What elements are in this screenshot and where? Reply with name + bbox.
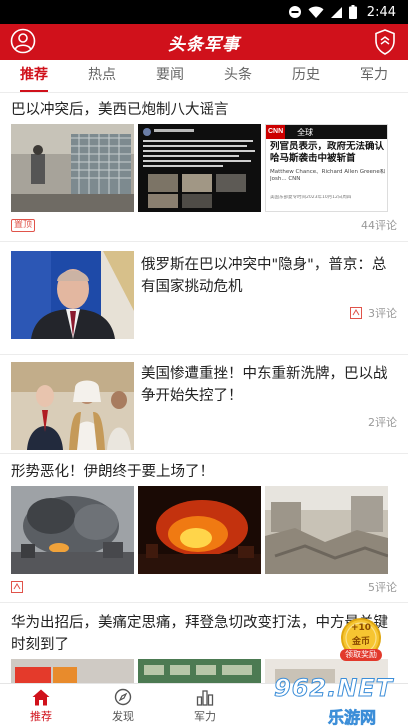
article-image <box>11 486 134 574</box>
cnn-footer: 美国东部夏令时间2023年10月12日周四 <box>270 195 352 200</box>
bar-chart-icon <box>196 690 214 706</box>
article-image <box>11 251 134 339</box>
tab-headline[interactable]: 头条 <box>204 60 272 92</box>
tab-history[interactable]: 历史 <box>272 60 340 92</box>
home-icon <box>32 689 50 705</box>
article-image <box>138 124 261 212</box>
coin-amount: +10 <box>350 623 372 633</box>
article-title: 形势恶化！伊朗终于要上场了！ <box>11 464 214 480</box>
cell-signal-icon <box>330 6 342 18</box>
article-image <box>138 659 261 683</box>
battery-icon <box>348 5 357 19</box>
list-item[interactable]: 俄罗斯在巴以冲突中"隐身"，普京：总有国家挑动危机 3评论 <box>0 242 408 355</box>
article-image <box>11 659 134 683</box>
pinned-badge: 置顶 <box>11 218 36 232</box>
watermark-logo: 962.NET 乐游网 <box>268 672 408 728</box>
nav-label: 军力 <box>194 710 216 723</box>
tab-recommend[interactable]: 推荐 <box>0 60 68 92</box>
tab-hot[interactable]: 热点 <box>68 60 136 92</box>
list-item[interactable]: 美国惨遭重挫！中东重新洗牌，巴以战争开始失控了！ 2评论 <box>0 355 408 454</box>
do-not-disturb-icon <box>288 6 301 18</box>
nav-item-military[interactable]: 军力 <box>164 684 246 728</box>
list-item[interactable]: 形势恶化！伊朗终于要上场了！ 5评论 <box>0 454 408 603</box>
article-title: 美国惨遭重挫！中东重新洗牌，巴以战争开始失控了！ <box>141 366 388 404</box>
nav-label: 发现 <box>112 710 134 723</box>
cnn-section: 全球 <box>297 127 314 137</box>
nav-label: 推荐 <box>30 709 52 723</box>
user-icon[interactable] <box>10 28 36 54</box>
comment-count: 2评论 <box>368 416 397 429</box>
comment-count: 44评论 <box>361 219 397 232</box>
watermark-brand: 962.NET <box>273 674 394 703</box>
wifi-icon <box>308 6 324 18</box>
list-item[interactable]: 巴以冲突后，美西已炮制八大谣言 CNN 全球 列官员表示，政府无法确认哈马斯袭击… <box>0 93 408 242</box>
cnn-logo: CNN <box>266 125 286 139</box>
article-title: 俄罗斯在巴以冲突中"隐身"，普京：总有国家挑动危机 <box>141 257 387 295</box>
shield-icon[interactable] <box>374 29 396 55</box>
nav-item-recommend[interactable]: 推荐 <box>0 684 82 728</box>
coin-reward-button[interactable]: +10 金币 领取奖励 <box>337 618 385 662</box>
coin-unit: 金币 <box>351 637 370 647</box>
article-title: 巴以冲突后，美西已炮制八大谣言 <box>11 102 229 118</box>
nav-item-discover[interactable]: 发现 <box>82 684 164 728</box>
watermark-sub: 乐游网 <box>328 708 377 728</box>
tab-military[interactable]: 军力 <box>340 60 408 92</box>
compass-icon <box>114 688 132 706</box>
clock: 2:44 <box>366 4 396 20</box>
news-feed[interactable]: 巴以冲突后，美西已炮制八大谣言 CNN 全球 列官员表示，政府无法确认哈马斯袭击… <box>0 93 408 683</box>
status-bar: 2:44 <box>0 0 408 24</box>
article-image <box>11 124 134 212</box>
app-title: 头条军事 <box>168 34 240 55</box>
comment-count: 3评论 <box>368 307 397 320</box>
coin-action: 领取奖励 <box>345 650 377 659</box>
cnn-headline: 列官员表示，政府无法确认哈马斯袭击中被斩首 <box>270 141 385 164</box>
category-tabs: 推荐 热点 要闻 头条 历史 军力 <box>0 60 408 93</box>
cnn-byline: Matthew Chance、Richard Allen Greene和Josh… <box>270 169 386 182</box>
tag-icon <box>350 307 362 319</box>
article-image <box>138 486 261 574</box>
app-bar: 头条军事 <box>0 24 408 60</box>
article-image <box>11 362 134 450</box>
cnn-header: CNN 全球 <box>266 125 387 139</box>
comment-count: 5评论 <box>368 581 397 594</box>
article-image <box>265 486 388 574</box>
article-image-cnn: CNN 全球 列官员表示，政府无法确认哈马斯袭击中被斩首 Matthew Cha… <box>265 124 388 212</box>
tab-news[interactable]: 要闻 <box>136 60 204 92</box>
tag-icon <box>11 581 23 593</box>
